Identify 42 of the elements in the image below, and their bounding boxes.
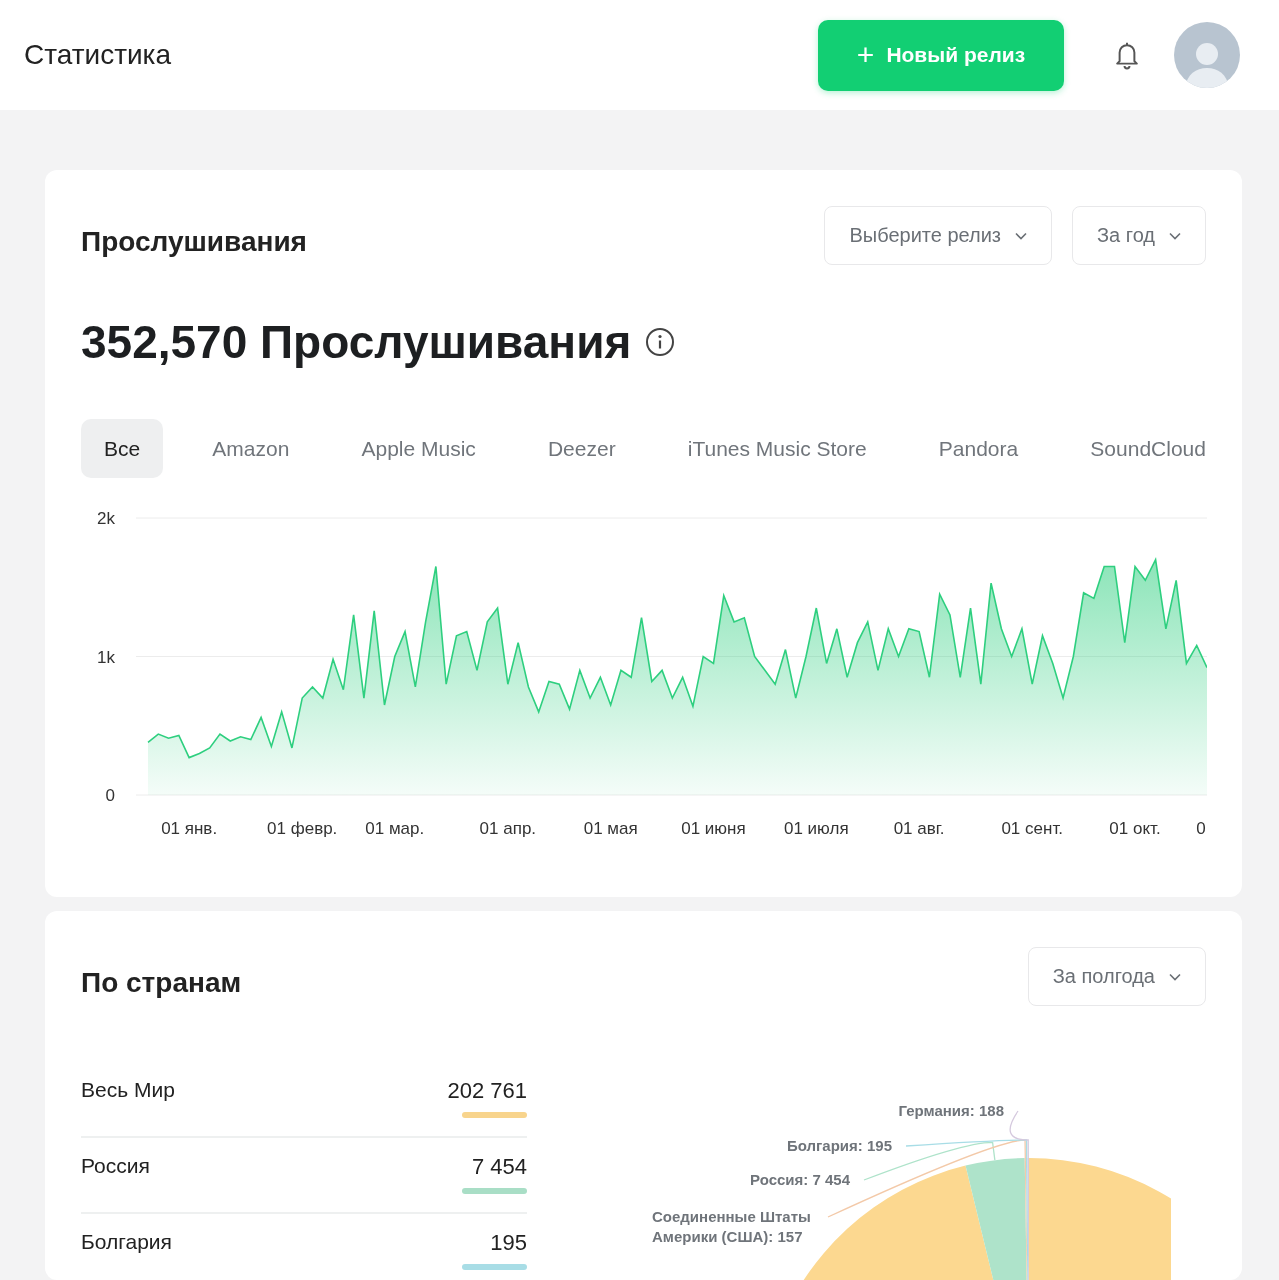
- axis-label: 01 июня: [681, 819, 746, 838]
- info-icon[interactable]: [645, 327, 676, 357]
- axis-label: 2k: [97, 509, 115, 528]
- axis-label: 0: [105, 786, 115, 805]
- platform-tab[interactable]: Amazon: [189, 419, 313, 478]
- pie-label: Соединенные Штаты Америки (США): 157: [652, 1208, 811, 1245]
- chevron-icon: [1015, 231, 1028, 240]
- axis-label: 1k: [97, 647, 115, 667]
- axis-label: 01 апр.: [479, 819, 537, 838]
- platform-tab[interactable]: SoundCloud: [1067, 419, 1206, 478]
- chevron-icon: [1169, 972, 1181, 981]
- filter-dropdown[interactable]: За год: [1072, 206, 1206, 265]
- country-name: Весь Мир: [81, 1078, 175, 1102]
- card-title: По странам: [81, 967, 243, 999]
- card-title: Прослушивания: [81, 226, 308, 258]
- platform-tab[interactable]: Apple Music: [338, 419, 499, 478]
- axis-label: 01 окт.: [1109, 819, 1161, 838]
- axis-label: 0: [1196, 819, 1206, 838]
- country-plays: 195: [490, 1230, 527, 1256]
- axis-label: 01 мар.: [365, 819, 425, 838]
- country-name: Россия: [81, 1154, 150, 1178]
- country-plays: 7 454: [471, 1154, 527, 1180]
- axis-label: 01 июля: [784, 819, 849, 838]
- chevron-icon: [1169, 231, 1181, 240]
- page-title: Статистика: [24, 39, 173, 71]
- platform-tab[interactable]: Deezer: [524, 419, 639, 478]
- pie-label: Германия: 188: [898, 1102, 1004, 1119]
- platform-tab[interactable]: iTunes Music Store: [664, 419, 890, 478]
- pie-label: Болгария: 195: [787, 1137, 892, 1154]
- total-plays: 352,570 Прослушивания: [81, 315, 632, 369]
- axis-label: 01 февр.: [267, 819, 338, 838]
- country-name: Болгария: [81, 1230, 172, 1254]
- period-dropdown[interactable]: За полгода: [1027, 947, 1206, 1006]
- pie-label: Россия: 7 454: [750, 1171, 850, 1188]
- country-plays: 202 761: [447, 1078, 527, 1104]
- platform-tab[interactable]: Все: [81, 419, 164, 478]
- axis-label: 01 мая: [583, 819, 638, 838]
- platform-tab[interactable]: Pandora: [915, 419, 1042, 478]
- axis-label: 01 авг.: [893, 819, 945, 838]
- axis-label: 01 янв.: [161, 819, 218, 838]
- axis-label: 01 сент.: [1001, 819, 1063, 838]
- filter-dropdown[interactable]: Выберите релиз: [824, 206, 1053, 265]
